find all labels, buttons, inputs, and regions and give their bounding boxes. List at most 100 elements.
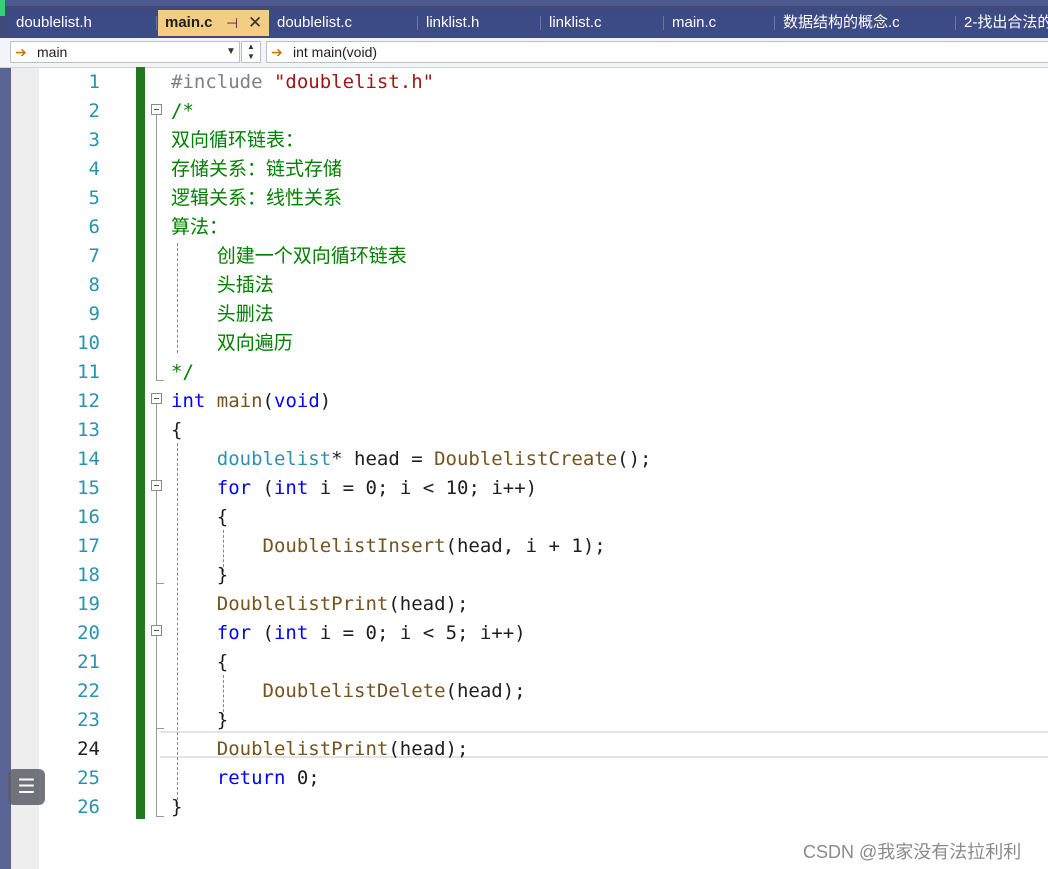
code-line[interactable]: */ — [171, 358, 194, 387]
code-line[interactable]: 逻辑关系：线性关系 — [171, 184, 342, 213]
split-spinner[interactable]: ▲ ▼ — [241, 41, 261, 63]
code-line[interactable]: { — [171, 503, 228, 532]
code-line[interactable]: } — [171, 561, 228, 590]
code-token: { — [171, 506, 229, 528]
tab-label: doublelist.h — [16, 14, 92, 31]
code-line[interactable]: return 0; — [171, 764, 320, 793]
tab-label: 2-找出合法的 — [964, 14, 1048, 31]
line-number: 2 — [88, 100, 100, 122]
code-token: 存储关系：链式存储 — [171, 158, 343, 180]
code-line[interactable]: } — [171, 793, 182, 822]
code-line[interactable]: int main(void) — [171, 387, 331, 416]
tab-linklist-h[interactable]: linklist.h — [419, 10, 541, 36]
tab-label: main.c — [672, 14, 717, 31]
tab-main-c-active[interactable]: main.c ⊣ ✕ — [158, 10, 269, 36]
code-line[interactable]: 算法： — [171, 213, 228, 242]
code-line[interactable]: DoublelistDelete(head); — [171, 677, 526, 706]
code-token: int — [273, 477, 309, 499]
code-line[interactable]: DoublelistPrint(head); — [171, 590, 469, 619]
change-tracking-bar — [136, 67, 145, 819]
code-token: for — [216, 477, 252, 499]
code-line[interactable]: 双向循环链表： — [171, 126, 304, 155]
collapse-icon[interactable] — [151, 625, 162, 636]
line-number: 1 — [88, 71, 100, 93]
indicator-margin — [11, 68, 39, 869]
fold-end — [156, 816, 164, 817]
line-number: 13 — [77, 419, 100, 441]
code-line[interactable]: for (int i = 0; i < 5; i++) — [171, 619, 526, 648]
code-token: DoublelistPrint — [216, 593, 389, 615]
line-number: 6 — [88, 216, 100, 238]
chevron-down-icon[interactable]: ▼ — [226, 42, 236, 62]
tab-label: linklist.c — [549, 14, 602, 31]
code-line[interactable]: for (int i = 0; i < 10; i++) — [171, 474, 537, 503]
code-line[interactable]: 存储关系：链式存储 — [171, 155, 342, 184]
code-token: (head); — [388, 738, 469, 760]
code-token: 头删法 — [171, 303, 274, 325]
code-token: 算法： — [171, 216, 229, 238]
close-icon[interactable]: ✕ — [248, 10, 262, 36]
fold-end — [156, 583, 164, 584]
pin-icon[interactable]: ⊣ — [226, 10, 238, 36]
code-line[interactable]: #include "doublelist.h" — [171, 68, 434, 97]
scope-dropdown[interactable]: ➔ main ▼ — [10, 41, 240, 63]
member-value: int main(void) — [293, 44, 378, 60]
tab-doublelist-c[interactable]: doublelist.c — [270, 10, 418, 36]
code-token: int — [171, 390, 206, 412]
code-line[interactable]: } — [171, 706, 228, 735]
code-token: i = 0; i < 10; i++) — [308, 477, 538, 499]
fold-line — [156, 404, 157, 816]
member-dropdown[interactable]: ➔ int main(void) — [266, 41, 1048, 63]
code-line[interactable]: 创建一个双向循环链表 — [171, 242, 407, 271]
line-number: 15 — [77, 477, 100, 499]
code-token: 双向循环链表： — [171, 129, 305, 151]
collapse-icon[interactable] — [151, 393, 162, 404]
navigation-bar: ➔ main ▼ ▲ ▼ ➔ int main(void) — [0, 38, 1048, 68]
code-token: ) — [319, 390, 332, 412]
line-number: 19 — [77, 593, 100, 615]
code-line[interactable]: DoublelistInsert(head, i + 1); — [171, 532, 606, 561]
fold-end — [156, 380, 164, 381]
status-marker — [0, 0, 5, 16]
collapse-icon[interactable] — [151, 480, 162, 491]
line-number: 11 — [77, 361, 100, 383]
code-line[interactable]: 头删法 — [171, 300, 274, 329]
fold-line — [156, 115, 157, 380]
code-line[interactable]: { — [171, 648, 228, 677]
tab-find-valid[interactable]: 2-找出合法的 — [957, 10, 1048, 36]
code-line[interactable]: 头插法 — [171, 271, 274, 300]
tab-linklist-c[interactable]: linklist.c — [542, 10, 664, 36]
code-token: 创建一个双向循环链表 — [171, 245, 407, 267]
line-number: 24 — [77, 738, 100, 760]
code-line[interactable]: 双向遍历 — [171, 329, 293, 358]
tab-main-c-2[interactable]: main.c — [665, 10, 775, 36]
code-token: DoublelistInsert — [262, 535, 446, 557]
code-token: { — [171, 419, 183, 441]
line-number: 7 — [88, 245, 100, 267]
line-number: 18 — [77, 564, 100, 586]
line-number: 3 — [88, 129, 100, 151]
line-number: 17 — [77, 535, 100, 557]
tab-doublelist-h[interactable]: doublelist.h — [9, 10, 157, 36]
chevron-down-icon[interactable]: ▼ — [242, 52, 260, 62]
code-line[interactable]: doublelist* head = DoublelistCreate(); — [171, 445, 652, 474]
code-token: doublelist — [216, 448, 332, 470]
code-token: #include — [171, 71, 274, 93]
code-token: 0; — [285, 767, 320, 789]
code-token: /* — [171, 100, 194, 122]
collapse-icon[interactable] — [151, 104, 162, 115]
code-line[interactable]: /* — [171, 97, 194, 126]
line-number: 10 — [77, 332, 100, 354]
line-number: 22 — [77, 680, 100, 702]
code-line[interactable]: { — [171, 416, 182, 445]
code-line[interactable]: DoublelistPrint(head); — [171, 735, 469, 764]
code-token: (head); — [445, 680, 526, 702]
chevron-up-icon[interactable]: ▲ — [242, 42, 260, 52]
tab-data-structure-concept[interactable]: 数据结构的概念.c — [776, 10, 956, 36]
list-icon[interactable]: ☰ — [8, 769, 45, 805]
line-number: 16 — [77, 506, 100, 528]
